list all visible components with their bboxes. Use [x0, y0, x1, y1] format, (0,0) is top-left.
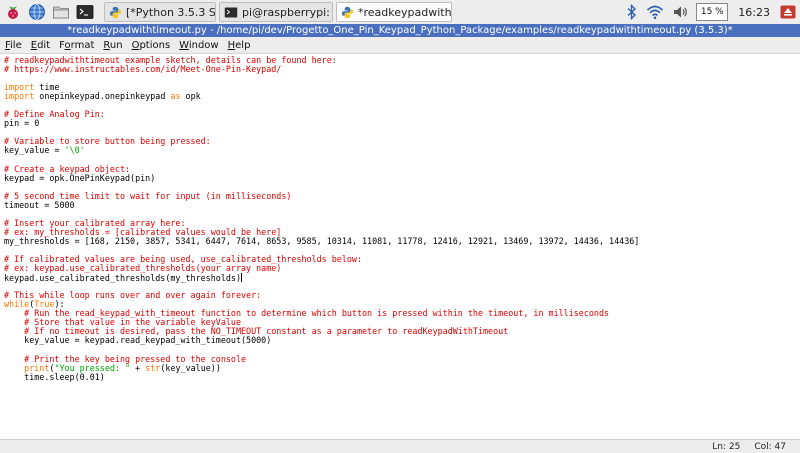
terminal-button[interactable] — [74, 1, 96, 23]
code-line[interactable] — [4, 74, 639, 83]
code-token: str — [145, 362, 161, 373]
code-token: (key_value)) — [160, 362, 221, 373]
task-editor-readkeypad[interactable]: *readkeypadwithtime... — [336, 2, 452, 22]
code-line[interactable]: time.sleep(0.01) — [4, 371, 639, 382]
code-line[interactable]: timeout = 5000 — [4, 199, 639, 210]
code-line[interactable]: key_value = '\0' — [4, 146, 639, 155]
code-editor[interactable]: # readkeypadwithtimeout example sketch, … — [0, 53, 800, 440]
code-token: time.sleep(0.01) — [4, 371, 105, 382]
code-token: key_value = keypad.read_keypad_with_time… — [4, 335, 272, 346]
menu-bar: File Edit Format Run Options Window Help — [0, 37, 800, 53]
cursor-column: Col: 47 — [754, 441, 786, 452]
file-manager-icon — [53, 6, 69, 19]
code-line[interactable]: # ex: keypad.use_calibrated_thresholds(y… — [4, 264, 639, 273]
speaker-icon — [674, 6, 688, 18]
status-bar: Ln: 25 Col: 47 — [0, 439, 800, 453]
task-python-shell[interactable]: [*Python 3.5.3 Shell*] — [104, 2, 216, 22]
file-manager-button[interactable] — [50, 1, 72, 23]
cpu-usage-monitor[interactable]: 15 % — [696, 3, 729, 21]
code-token: + — [130, 362, 146, 373]
code-line[interactable]: pin = 0 — [4, 119, 639, 128]
terminal-icon — [76, 5, 94, 19]
code-token: pin = 0 — [4, 118, 40, 129]
text-cursor — [240, 273, 242, 283]
code-token: my_thresholds = [168, 2150, 3857, 5341, … — [4, 235, 640, 246]
code-line[interactable]: keypad.use_calibrated_thresholds(my_thre… — [4, 273, 639, 284]
code-token: key_value = — [4, 145, 65, 156]
task-terminal[interactable]: pi@raspberrypi: ~ — [219, 2, 333, 22]
code-text[interactable]: # readkeypadwithtimeout example sketch, … — [4, 55, 640, 382]
code-token: keypad = opk.OnePinKeypad(pin) — [4, 172, 156, 183]
menu-help[interactable]: Help — [224, 40, 255, 51]
code-token: # ex: keypad.use_calibrated_thresholds(y… — [4, 263, 282, 274]
eject-button[interactable] — [780, 5, 796, 19]
menu-format[interactable]: Format — [55, 40, 98, 51]
menu-run[interactable]: Run — [99, 40, 126, 51]
menu-file[interactable]: File — [1, 40, 26, 51]
code-token: onepinkeypad.onepinkeypad — [34, 91, 171, 102]
code-token: '\0' — [64, 145, 85, 156]
raspberry-menu-button[interactable] — [2, 1, 24, 23]
web-browser-icon — [29, 4, 45, 20]
code-token: as — [170, 91, 181, 102]
code-line[interactable]: keypad = opk.OnePinKeypad(pin) — [4, 172, 639, 183]
window-title: *readkeypadwithtimeout.py - /home/pi/dev… — [0, 24, 800, 37]
code-token: opk — [180, 91, 201, 102]
code-line[interactable]: my_thresholds = [168, 2150, 3857, 5341, … — [4, 235, 640, 246]
task-label: [*Python 3.5.3 Shell*] — [126, 5, 216, 19]
taskbar: [*Python 3.5.3 Shell*] pi@raspberrypi: ~… — [0, 0, 800, 25]
code-line[interactable]: # 5 second time limit to wait for input … — [4, 191, 639, 201]
clock[interactable]: 16:23 — [738, 6, 770, 19]
code-line[interactable]: # https://www.instructables.com/id/Meet-… — [4, 65, 639, 74]
bluetooth-icon — [627, 4, 637, 20]
raspberry-menu-icon — [8, 6, 18, 19]
code-token: keypad.use_calibrated_thresholds(my_thre… — [4, 273, 241, 284]
task-label: *readkeypadwithtime... — [358, 5, 452, 19]
code-token: # https://www.instructables.com/id/Meet-… — [4, 64, 282, 75]
code-token: timeout = 5000 — [4, 199, 75, 210]
wifi-button[interactable] — [646, 4, 664, 20]
eject-icon — [780, 5, 796, 19]
python-icon — [341, 6, 354, 19]
menu-window[interactable]: Window — [175, 40, 222, 51]
menu-edit[interactable]: Edit — [27, 40, 54, 51]
bluetooth-button[interactable] — [626, 4, 638, 20]
terminal-icon — [224, 6, 238, 19]
code-line[interactable]: key_value = keypad.read_keypad_with_time… — [4, 336, 639, 345]
python-icon — [109, 6, 122, 19]
system-tray: 15 % 16:23 — [622, 0, 800, 24]
volume-button[interactable] — [672, 4, 688, 20]
code-line[interactable]: # Variable to store button being pressed… — [4, 137, 639, 146]
code-line[interactable]: # Define Analog Pin: — [4, 110, 639, 119]
wifi-icon — [647, 5, 664, 20]
task-label: pi@raspberrypi: ~ — [242, 5, 333, 19]
web-browser-button[interactable] — [26, 1, 48, 23]
cursor-line: Ln: 25 — [712, 441, 741, 452]
code-line[interactable]: import onepinkeypad.onepinkeypad as opk — [4, 92, 639, 101]
code-line[interactable]: # This while loop runs over and over aga… — [4, 291, 639, 300]
menu-options[interactable]: Options — [128, 40, 175, 51]
